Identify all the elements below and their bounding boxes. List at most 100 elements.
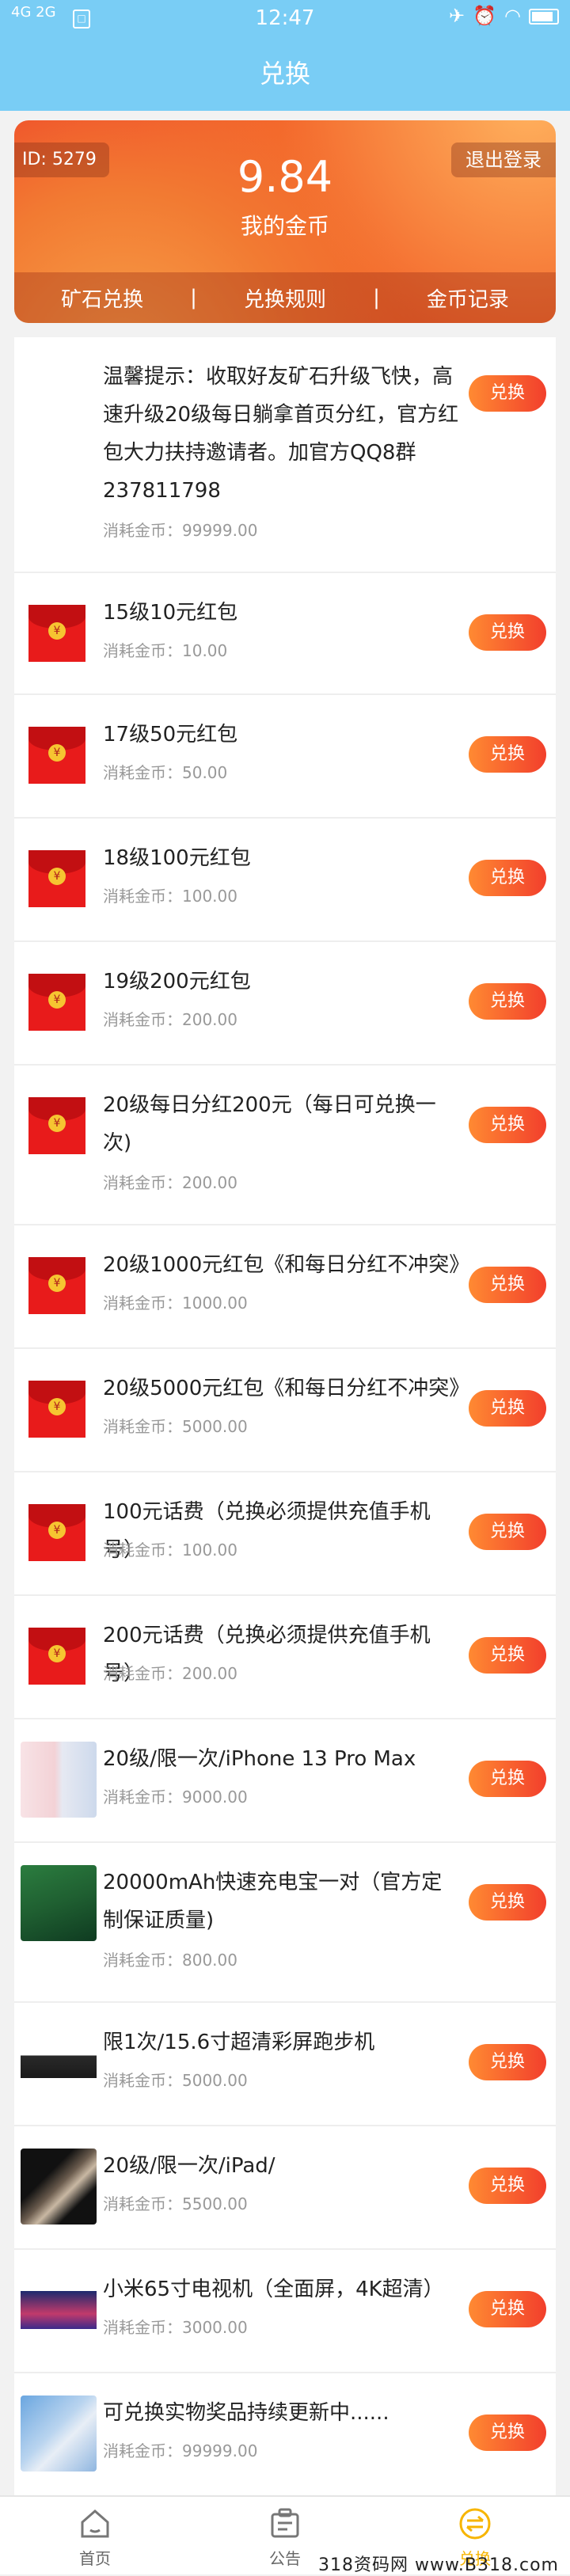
list-item: 温馨提示：收取好友矿石升级飞快，高速升级20级每日躺拿首页分红，官方红包大力扶持… xyxy=(14,337,556,573)
home-icon xyxy=(81,2510,109,2538)
item-name: 15级10元红包 xyxy=(103,601,238,625)
alarm-icon: ⏰ xyxy=(473,5,505,27)
exchange-rules-link[interactable]: 兑换规则 xyxy=(197,283,373,313)
airplane-icon: ✈ xyxy=(449,5,473,27)
red-packet-icon: ¥ xyxy=(28,1381,86,1438)
coin-record-link[interactable]: 金币记录 xyxy=(380,283,556,313)
list-item: 可兑换实物奖品持续更新中...... 消耗金币：99999.00 兑换 xyxy=(14,2373,556,2498)
exchange-button[interactable]: 兑换 xyxy=(469,1107,546,1143)
exchange-button[interactable]: 兑换 xyxy=(469,1390,546,1427)
battery-icon xyxy=(529,9,559,25)
exchange-button[interactable]: 兑换 xyxy=(469,2291,546,2327)
item-cost: 消耗金币：200.00 xyxy=(103,1173,238,1192)
item-cost: 消耗金币：5000.00 xyxy=(103,2071,248,2090)
list-item: 20000mAh快速充电宝一对（官方定制保证质量) 消耗金币：800.00 兑换 xyxy=(14,1843,556,2003)
item-cost: 消耗金币：200.00 xyxy=(103,1664,238,1683)
wifi-icon: ◠ xyxy=(504,5,529,27)
tv-image xyxy=(21,2272,97,2348)
exchange-button[interactable]: 兑换 xyxy=(469,736,546,773)
red-packet-icon: ¥ xyxy=(28,727,86,784)
list-item: ¥ 200元话费（兑换必须提供充值手机号） 消耗金币：200.00 兑换 xyxy=(14,1596,556,1719)
list-item: ¥ 15级10元红包 消耗金币：10.00 兑换 xyxy=(14,573,556,695)
list-item: ¥ 18级100元红包 消耗金币：100.00 兑换 xyxy=(14,819,556,942)
top-bar: 4G 2G □ 12:47 ✈⏰◠ 兑换 xyxy=(0,0,570,111)
item-cost: 消耗金币：1000.00 xyxy=(103,1294,248,1313)
menu-divider: | xyxy=(373,286,380,310)
item-name: 20级/限一次/iPad/ xyxy=(103,2154,276,2178)
list-item: ¥ 100元话费（兑换必须提供充值手机号） 消耗金币：100.00 兑换 xyxy=(14,1472,556,1596)
item-name: 20级每日分红200元（每日可兑换一次) xyxy=(103,1093,436,1155)
item-cost: 消耗金币：100.00 xyxy=(103,887,238,906)
item-cost: 消耗金币：100.00 xyxy=(103,1541,238,1560)
ore-exchange-link[interactable]: 矿石兑换 xyxy=(14,283,190,313)
exchange-button[interactable]: 兑换 xyxy=(469,1514,546,1550)
watermark: 318资码网 www.B318.com xyxy=(317,2555,559,2575)
coin-balance-label: 我的金币 xyxy=(240,213,329,239)
exchange-button[interactable]: 兑换 xyxy=(469,375,546,412)
list-item: 20级/限一次/iPad/ 消耗金币：5500.00 兑换 xyxy=(14,2126,556,2250)
page-title: 兑换 xyxy=(259,59,310,89)
list-item: ¥ 20级5000元红包《和每日分红不冲突》 消耗金币：5000.00 兑换 xyxy=(14,1349,556,1472)
red-packet-icon: ¥ xyxy=(28,605,86,662)
exchange-button[interactable]: 兑换 xyxy=(469,983,546,1020)
treadmill-image xyxy=(21,2025,97,2101)
prize-image xyxy=(21,2396,97,2472)
item-cost: 消耗金币：99999.00 xyxy=(103,2441,258,2460)
account-banner: ID: 5279 退出登录 9.84 我的金币 矿石兑换 | 兑换规则 | 金币… xyxy=(14,120,556,323)
exchange-button[interactable]: 兑换 xyxy=(469,614,546,651)
item-name: 温馨提示：收取好友矿石升级飞快，高速升级20级每日躺拿首页分红，官方红包大力扶持… xyxy=(103,365,459,503)
menu-divider: | xyxy=(190,286,197,310)
exchange-icon xyxy=(459,2508,491,2540)
item-cost: 消耗金币：5500.00 xyxy=(103,2194,248,2213)
item-cost: 消耗金币：800.00 xyxy=(103,1951,238,1970)
item-name: 可兑换实物奖品持续更新中...... xyxy=(103,2401,390,2425)
exchange-button[interactable]: 兑换 xyxy=(469,860,546,896)
item-cost: 消耗金币：3000.00 xyxy=(103,2318,248,2337)
exchange-list: 温馨提示：收取好友矿石升级飞快，高速升级20级每日躺拿首页分红，官方红包大力扶持… xyxy=(14,337,556,2498)
iphone-image xyxy=(21,1742,97,1818)
list-item: 限1次/15.6寸超清彩屏跑步机 消耗金币：5000.00 兑换 xyxy=(14,2003,556,2126)
tab-label: 首页 xyxy=(79,2549,111,2568)
item-name: 18级100元红包 xyxy=(103,846,251,870)
coin-balance: 9.84 xyxy=(237,152,333,202)
tab-home[interactable]: 首页 xyxy=(0,2497,190,2574)
power-bank-image xyxy=(21,1865,97,1941)
item-name: 20000mAh快速充电宝一对（官方定制保证质量) xyxy=(103,1871,443,1932)
exchange-button[interactable]: 兑换 xyxy=(469,2415,546,2451)
list-item: 小米65寸电视机（全面屏，4K超清） 消耗金币：3000.00 兑换 xyxy=(14,2250,556,2373)
status-icons: ✈⏰◠ xyxy=(449,5,559,27)
item-name: 20级/限一次/iPhone 13 Pro Max xyxy=(103,1747,416,1771)
item-name: 限1次/15.6寸超清彩屏跑步机 xyxy=(103,2031,375,2054)
red-packet-icon: ¥ xyxy=(28,1257,86,1314)
item-name: 小米65寸电视机（全面屏，4K超清） xyxy=(103,2278,444,2301)
item-name: 17级50元红包 xyxy=(103,723,238,747)
list-item: ¥ 20级每日分红200元（每日可兑换一次) 消耗金币：200.00 兑换 xyxy=(14,1066,556,1225)
item-cost: 消耗金币：9000.00 xyxy=(103,1788,248,1807)
list-item: ¥ 20级1000元红包《和每日分红不冲突》 消耗金币：1000.00 兑换 xyxy=(14,1225,556,1349)
red-packet-icon: ¥ xyxy=(28,850,86,907)
item-name: 20级5000元红包《和每日分红不冲突》 xyxy=(103,1377,470,1400)
red-packet-icon: ¥ xyxy=(28,1628,86,1685)
red-packet-icon: ¥ xyxy=(28,1504,86,1561)
item-name: 19级200元红包 xyxy=(103,970,251,994)
exchange-button[interactable]: 兑换 xyxy=(469,2044,546,2080)
item-name: 20级1000元红包《和每日分红不冲突》 xyxy=(103,1253,470,1277)
red-packet-icon: ¥ xyxy=(28,1097,86,1154)
exchange-button[interactable]: 兑换 xyxy=(469,1637,546,1674)
exchange-button[interactable]: 兑换 xyxy=(469,1761,546,1797)
item-cost: 消耗金币：50.00 xyxy=(103,763,228,782)
exchange-button[interactable]: 兑换 xyxy=(469,1884,546,1921)
item-cost: 消耗金币：5000.00 xyxy=(103,1417,248,1436)
list-item: 20级/限一次/iPhone 13 Pro Max 消耗金币：9000.00 兑… xyxy=(14,1719,556,1843)
list-item: ¥ 19级200元红包 消耗金币：200.00 兑换 xyxy=(14,942,556,1066)
exchange-button[interactable]: 兑换 xyxy=(469,1267,546,1303)
item-cost: 消耗金币：10.00 xyxy=(103,641,228,660)
item-cost: 消耗金币：200.00 xyxy=(103,1010,238,1029)
list-item: ¥ 17级50元红包 消耗金币：50.00 兑换 xyxy=(14,695,556,819)
exchange-button[interactable]: 兑换 xyxy=(469,2168,546,2204)
red-packet-icon: ¥ xyxy=(28,974,86,1031)
banner-menu: 矿石兑换 | 兑换规则 | 金币记录 xyxy=(14,272,556,323)
ipad-image xyxy=(21,2149,97,2225)
status-bar: 4G 2G □ 12:47 ✈⏰◠ xyxy=(0,0,570,40)
item-cost: 消耗金币：99999.00 xyxy=(103,521,258,540)
